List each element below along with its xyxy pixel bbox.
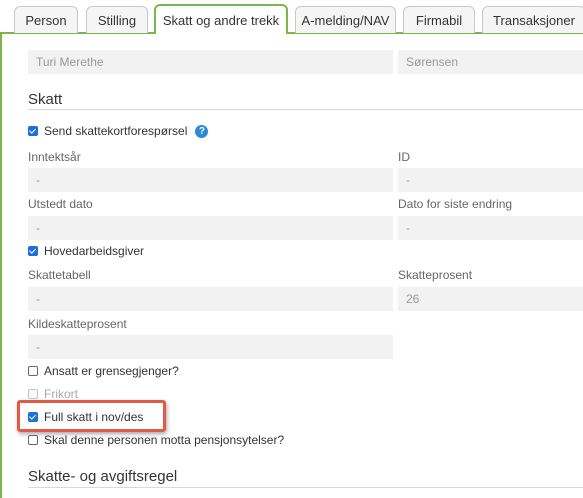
id-label: ID — [398, 150, 410, 164]
grensegjenger-label[interactable]: Ansatt er grensegjenger? — [44, 364, 179, 378]
skattetabell-label: Skattetabell — [28, 268, 91, 282]
highlight-box — [17, 400, 166, 432]
panel-left-border — [0, 34, 2, 498]
section-divider — [28, 109, 583, 110]
siste-endring-label: Dato for siste endring — [398, 197, 513, 211]
help-icon[interactable]: ? — [195, 124, 209, 138]
grensegjenger-row: Ansatt er grensegjenger? — [28, 364, 179, 378]
siste-endring-field[interactable]: - — [398, 216, 583, 240]
skatteprosent-field[interactable]: 26 — [398, 287, 583, 311]
section-title-skatte-og-avgiftsregel: Skatte- og avgiftsregel — [28, 468, 178, 485]
send-skattekort-row: Send skattekortforespørsel ? — [28, 124, 209, 138]
hovedarbeidsgiver-checkbox[interactable] — [28, 246, 38, 256]
skattetabell-field[interactable]: - — [28, 287, 393, 311]
last-name-field[interactable]: Sørensen — [398, 50, 583, 74]
tab-stilling[interactable]: Stilling — [86, 6, 148, 33]
id-field[interactable]: - — [398, 168, 583, 192]
first-name-field[interactable]: Turi Merethe — [28, 50, 393, 74]
tab-bar: Person Stilling Skatt og andre trekk A-m… — [0, 0, 583, 36]
send-skattekort-checkbox[interactable] — [28, 126, 38, 136]
frikort-checkbox — [28, 389, 38, 399]
section-divider-regel — [28, 487, 583, 488]
pensjon-row: Skal denne personen motta pensjonsytelse… — [28, 433, 284, 447]
utstedt-dato-field[interactable]: - — [28, 216, 393, 240]
kildeskatteprosent-label: Kildeskatteprosent — [28, 317, 127, 331]
pensjon-label[interactable]: Skal denne personen motta pensjonsytelse… — [44, 433, 284, 447]
inntektsar-label: Inntektsår — [28, 150, 81, 164]
tab-a-melding-nav[interactable]: A-melding/NAV — [295, 6, 396, 33]
skatteprosent-label: Skatteprosent — [398, 268, 473, 282]
tab-firmabil[interactable]: Firmabil — [403, 6, 475, 33]
send-skattekort-label[interactable]: Send skattekortforespørsel — [44, 124, 187, 138]
inntektsar-field[interactable]: - — [28, 168, 393, 192]
hovedarbeidsgiver-label[interactable]: Hovedarbeidsgiver — [44, 244, 144, 258]
pensjon-checkbox[interactable] — [28, 435, 38, 445]
tab-skatt-og-andre-trekk[interactable]: Skatt og andre trekk — [154, 4, 288, 36]
grensegjenger-checkbox[interactable] — [28, 366, 38, 376]
frikort-label: Frikort — [44, 387, 78, 401]
frikort-row: Frikort — [28, 387, 78, 401]
tab-person[interactable]: Person — [14, 6, 78, 33]
utstedt-dato-label: Utstedt dato — [28, 197, 93, 211]
hovedarbeidsgiver-row: Hovedarbeidsgiver — [28, 244, 144, 258]
section-title-skatt: Skatt — [28, 91, 63, 108]
kildeskatteprosent-field[interactable]: - — [28, 335, 393, 359]
tab-transaksjoner[interactable]: Transaksjoner — [482, 6, 583, 33]
